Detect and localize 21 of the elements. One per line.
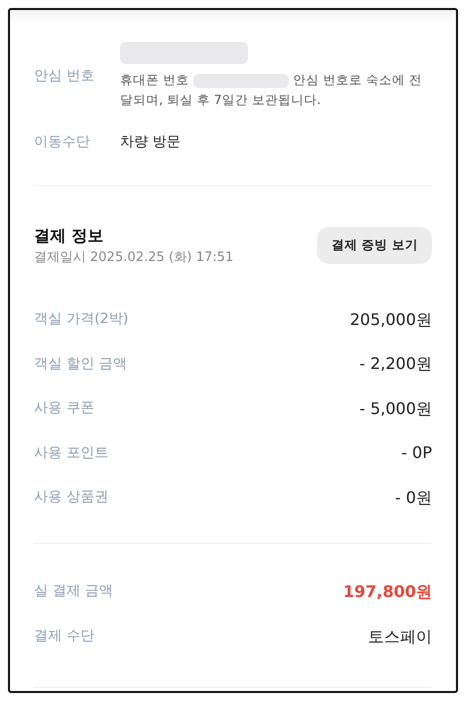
item-label: 사용 포인트 (34, 444, 108, 463)
item-amount: 토스페이 (368, 626, 432, 648)
receipt-button[interactable]: 결제 증빙 보기 (317, 227, 432, 264)
item-amount: - 5,000원 (359, 398, 432, 420)
item-label: 객실 할인 금액 (34, 354, 127, 374)
field-value: 차량 방문 (120, 133, 180, 152)
section-title: 결제 정보 (34, 225, 105, 247)
item-label: 사용 상품권 (34, 488, 108, 508)
item-label: 사용 쿠폰 (34, 399, 94, 418)
note-text: 휴대폰 번호 안심 번호로 숙소에 전달되며, 퇴실 후 7일간 보관됩니다. (120, 71, 423, 109)
field-label: 이동수단 (34, 133, 91, 152)
item-label: 객실 가격(2박) (34, 310, 128, 330)
item-amount: - 0P (401, 442, 432, 464)
payment-date: 결제일시 2025.02.25 (화) 17:51 (34, 249, 234, 267)
total-amount: 197,800원 (343, 580, 432, 602)
field-label: 안심 번호 (34, 67, 96, 86)
item-label: 결제 수단 (34, 627, 94, 646)
item-amount: - 2,200원 (359, 353, 432, 376)
item-label: 실 결제 금액 (34, 582, 113, 601)
item-amount: 205,000원 (350, 308, 432, 331)
item-amount: - 0원 (394, 486, 432, 509)
